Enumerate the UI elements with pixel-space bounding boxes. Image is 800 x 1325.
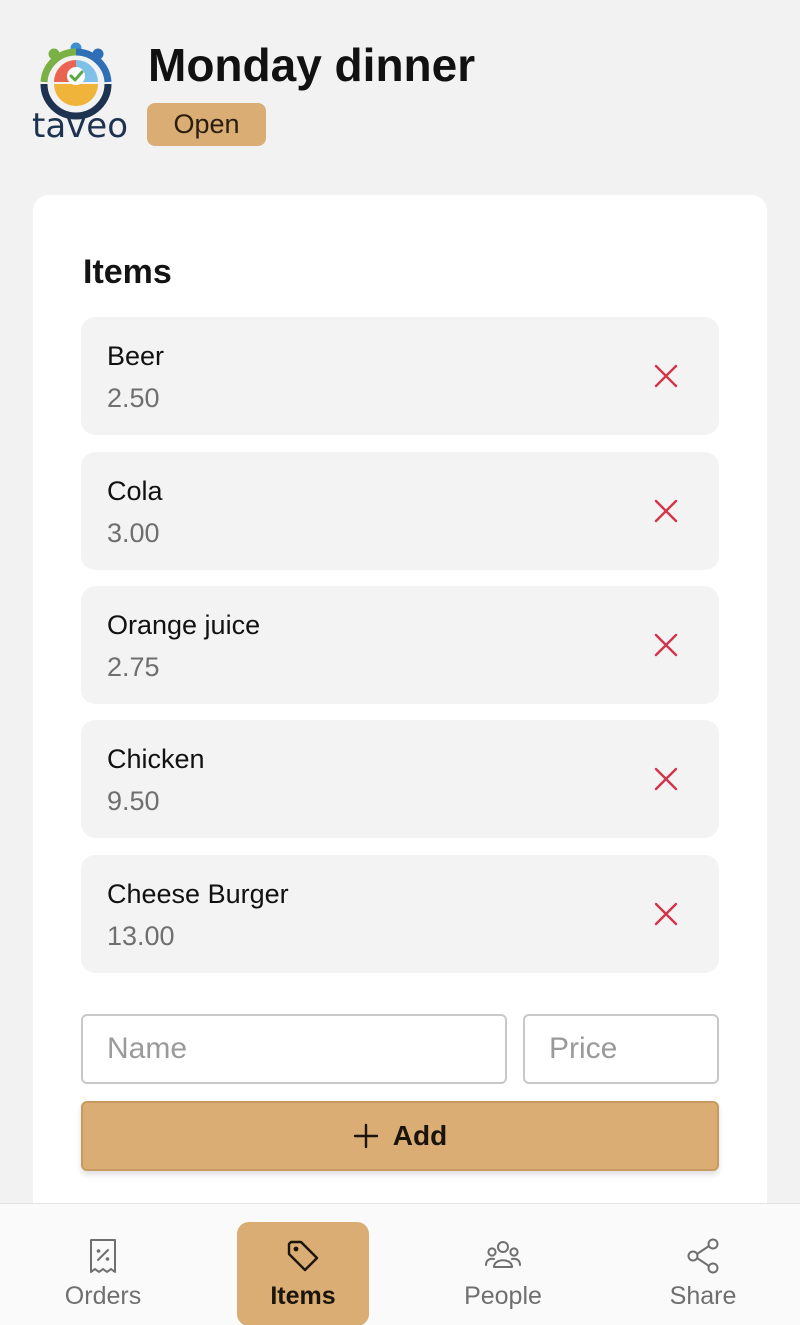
- plus-icon: [353, 1123, 378, 1149]
- item-price: 3.00: [107, 518, 160, 548]
- item-price: 2.75: [107, 652, 160, 682]
- logo-text: taveo: [32, 106, 129, 146]
- item-name: Chicken: [107, 744, 205, 774]
- list-item: Cheese Burger 13.00: [81, 855, 719, 973]
- bottom-nav: Orders Items People Share: [0, 1203, 800, 1325]
- receipt-percent-icon: [90, 1239, 116, 1273]
- nav-label: Orders: [64, 1282, 142, 1310]
- nav-tab-items[interactable]: Items: [237, 1222, 369, 1325]
- nav-tab-people[interactable]: People: [437, 1222, 569, 1325]
- item-name: Cola: [107, 476, 163, 506]
- remove-item-icon[interactable]: [651, 361, 681, 391]
- remove-item-icon[interactable]: [651, 764, 681, 794]
- items-section-title: Items: [83, 253, 172, 291]
- add-button-label: Add: [392, 1120, 448, 1151]
- add-item-button[interactable]: Add: [81, 1101, 719, 1171]
- nav-label: Items: [270, 1282, 336, 1310]
- item-price: 2.50: [107, 383, 160, 413]
- remove-item-icon[interactable]: [651, 899, 681, 929]
- item-name: Cheese Burger: [107, 879, 289, 909]
- remove-item-icon[interactable]: [651, 630, 681, 660]
- item-name-input[interactable]: [81, 1014, 507, 1084]
- share-icon: [687, 1238, 719, 1274]
- item-price-input[interactable]: [523, 1014, 719, 1084]
- item-name: Beer: [107, 341, 165, 371]
- list-item: Beer 2.50: [81, 317, 719, 435]
- items-card: Items Beer 2.50 Cola 3.00 Orange juice 2…: [33, 195, 767, 1245]
- status-badge: Open: [147, 103, 266, 146]
- nav-tab-share[interactable]: Share: [637, 1222, 769, 1325]
- page-title: Monday dinner: [148, 39, 476, 91]
- remove-item-icon[interactable]: [651, 496, 681, 526]
- nav-tab-orders[interactable]: Orders: [37, 1222, 169, 1325]
- nav-label: Share: [669, 1282, 737, 1310]
- item-price: 9.50: [107, 786, 160, 816]
- list-item: Orange juice 2.75: [81, 586, 719, 704]
- header: taveo Monday dinner Open: [0, 0, 800, 180]
- item-price: 13.00: [107, 921, 175, 951]
- item-name: Orange juice: [107, 610, 261, 640]
- nav-label: People: [464, 1282, 542, 1310]
- tag-icon: [287, 1240, 319, 1272]
- people-icon: [485, 1241, 521, 1268]
- list-item: Cola 3.00: [81, 452, 719, 570]
- list-item: Chicken 9.50: [81, 720, 719, 838]
